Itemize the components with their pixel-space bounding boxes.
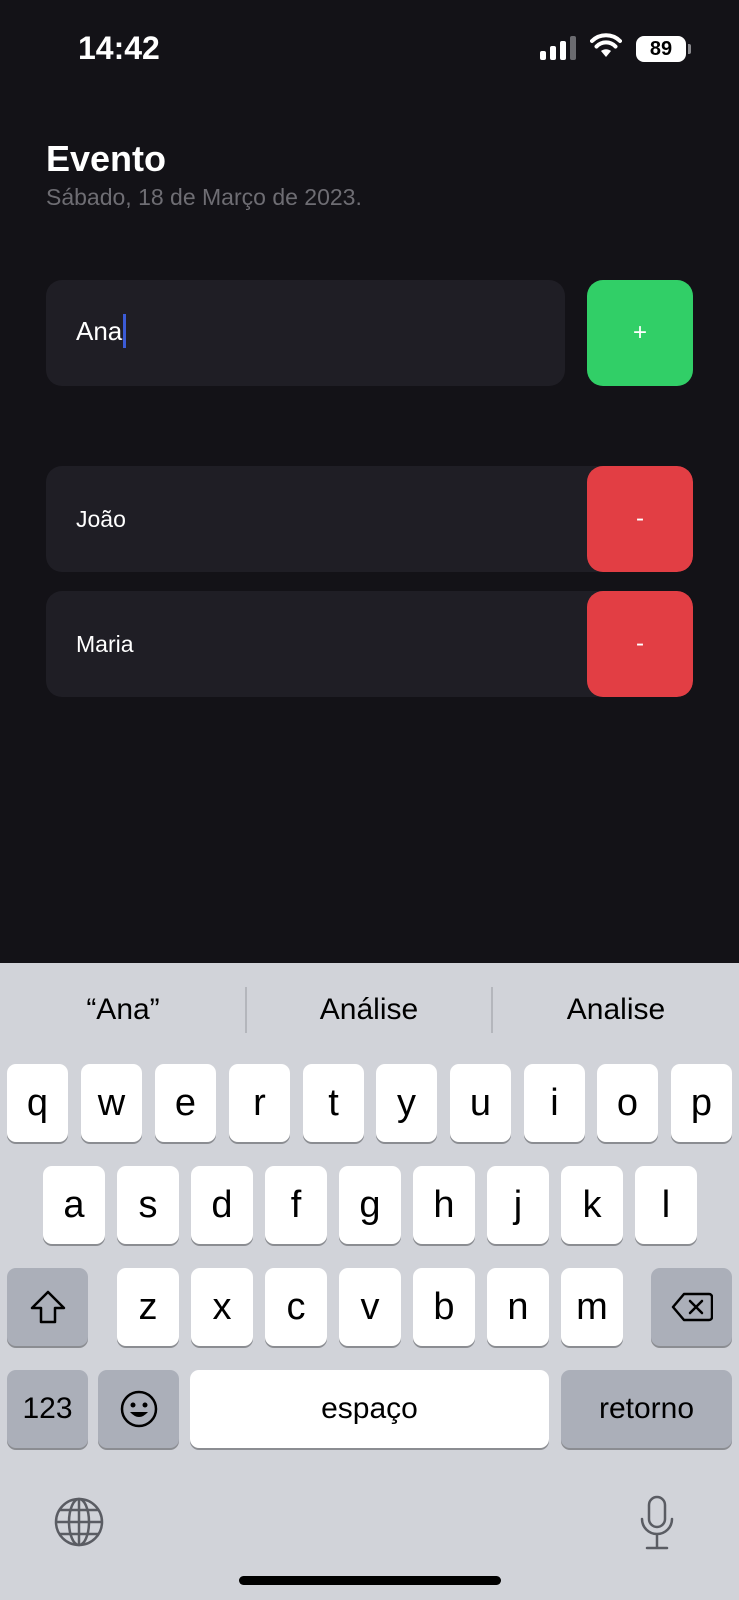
- suggestion-item[interactable]: Analise: [493, 993, 739, 1027]
- participant-name: João: [76, 506, 126, 532]
- return-key-label: retorno: [598, 1392, 695, 1425]
- cellular-signal-icon: [540, 36, 576, 60]
- suggestion-item[interactable]: Análise: [246, 993, 492, 1027]
- remove-participant-button[interactable]: -: [587, 591, 693, 697]
- key-a[interactable]: a: [43, 1166, 105, 1244]
- add-participant-button[interactable]: +: [587, 280, 693, 386]
- globe-icon[interactable]: [53, 1496, 105, 1548]
- key-x[interactable]: x: [191, 1268, 253, 1346]
- key-f[interactable]: f: [265, 1166, 327, 1244]
- suggestion-bar: “Ana” Análise Analise: [0, 963, 739, 1061]
- key-c[interactable]: c: [265, 1268, 327, 1346]
- key-g[interactable]: g: [339, 1166, 401, 1244]
- battery-nub: [688, 44, 691, 54]
- delete-key[interactable]: [651, 1268, 732, 1346]
- key-w[interactable]: w: [81, 1064, 142, 1142]
- numbers-key-label: 123: [22, 1392, 73, 1425]
- remove-participant-button[interactable]: -: [587, 466, 693, 572]
- participant-name-input-value: Ana: [76, 314, 127, 350]
- backspace-icon: [671, 1292, 713, 1322]
- key-d[interactable]: d: [191, 1166, 253, 1244]
- key-i[interactable]: i: [524, 1064, 585, 1142]
- microphone-icon[interactable]: [638, 1495, 676, 1551]
- shift-key[interactable]: [7, 1268, 88, 1346]
- key-j[interactable]: j: [487, 1166, 549, 1244]
- key-o[interactable]: o: [597, 1064, 658, 1142]
- key-s[interactable]: s: [117, 1166, 179, 1244]
- key-e[interactable]: e: [155, 1064, 216, 1142]
- key-n[interactable]: n: [487, 1268, 549, 1346]
- participant-name-input[interactable]: Ana: [46, 280, 565, 386]
- home-indicator[interactable]: [239, 1576, 501, 1585]
- status-bar: 14:42 89: [0, 0, 739, 100]
- key-t[interactable]: t: [303, 1064, 364, 1142]
- key-k[interactable]: k: [561, 1166, 623, 1244]
- key-u[interactable]: u: [450, 1064, 511, 1142]
- key-b[interactable]: b: [413, 1268, 475, 1346]
- status-time: 14:42: [78, 30, 160, 66]
- key-l[interactable]: l: [635, 1166, 697, 1244]
- key-r[interactable]: r: [229, 1064, 290, 1142]
- space-key[interactable]: espaço: [190, 1370, 549, 1448]
- wifi-icon: [590, 33, 622, 57]
- battery-icon: 89: [636, 36, 686, 62]
- suggestion-item[interactable]: “Ana”: [0, 993, 246, 1027]
- emoji-icon: [120, 1390, 157, 1428]
- key-m[interactable]: m: [561, 1268, 623, 1346]
- shift-icon: [30, 1290, 65, 1324]
- key-h[interactable]: h: [413, 1166, 475, 1244]
- emoji-key[interactable]: [98, 1370, 179, 1448]
- space-key-label: espaço: [321, 1392, 418, 1425]
- key-p[interactable]: p: [671, 1064, 732, 1142]
- key-y[interactable]: y: [376, 1064, 437, 1142]
- numbers-key[interactable]: 123: [7, 1370, 88, 1448]
- event-date: Sábado, 18 de Março de 2023.: [46, 184, 362, 210]
- participant-name: Maria: [76, 631, 134, 657]
- text-caret: [123, 314, 127, 349]
- key-z[interactable]: z: [117, 1268, 179, 1346]
- page-title: Evento: [46, 138, 167, 179]
- keyboard: “Ana” Análise Analise q w e r t y u i o …: [0, 963, 739, 1600]
- return-key[interactable]: retorno: [561, 1370, 732, 1448]
- key-q[interactable]: q: [7, 1064, 68, 1142]
- key-v[interactable]: v: [339, 1268, 401, 1346]
- participant-row: João -: [46, 466, 693, 572]
- participant-row: Maria -: [46, 591, 693, 697]
